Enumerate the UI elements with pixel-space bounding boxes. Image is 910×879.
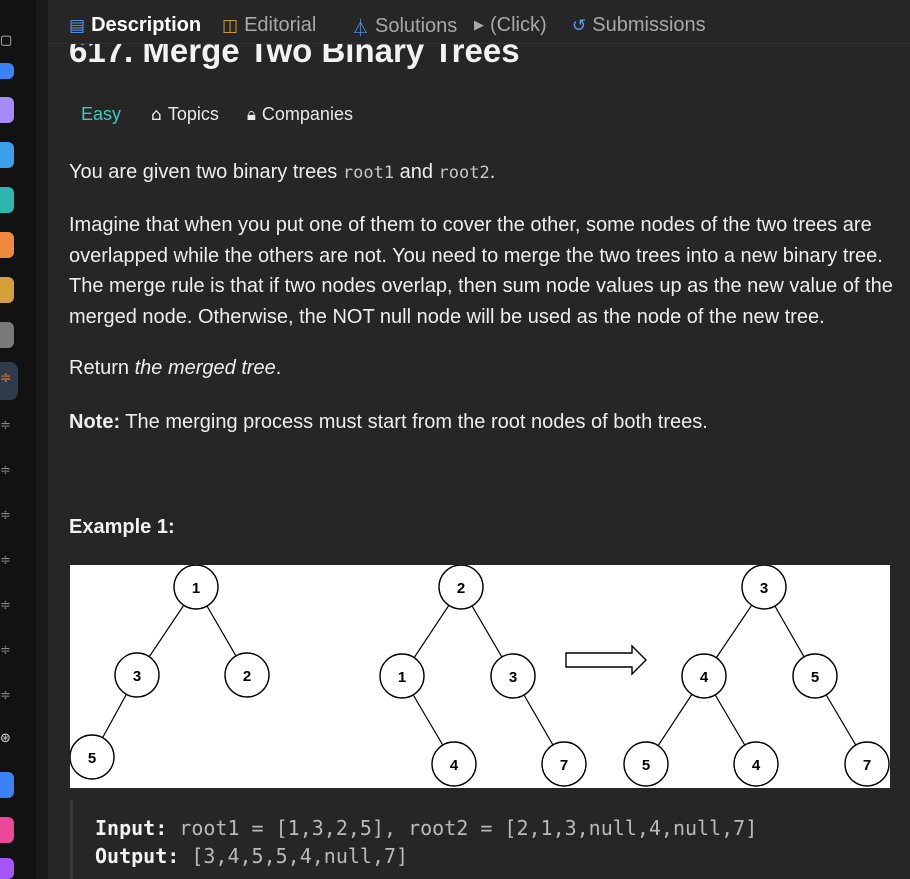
input-label: Input:: [95, 816, 168, 840]
node-label: 4: [752, 757, 761, 774]
problem-return: Return the merged tree.: [69, 353, 899, 384]
node-label: 5: [811, 669, 819, 686]
example-title: Example 1:: [69, 516, 175, 538]
app-icon[interactable]: [0, 63, 14, 79]
text: .: [489, 161, 496, 183]
tab-label: Submissions: [592, 14, 706, 36]
tab-icon[interactable]: ≑: [0, 597, 11, 615]
node-label: 7: [863, 757, 871, 774]
tab-icon[interactable]: ≑: [0, 642, 11, 660]
text: You are given two binary trees: [69, 161, 343, 183]
note-label: Note:: [69, 411, 121, 433]
companies-label: Companies: [261, 104, 353, 124]
app-icon[interactable]: [0, 322, 14, 348]
text: and: [394, 161, 439, 183]
topics-label: Topics: [167, 104, 219, 124]
output-label: Output:: [95, 844, 180, 868]
node-label: 1: [192, 580, 200, 597]
tab-icon[interactable]: ≑: [0, 507, 11, 525]
problem-description: Imagine that when you put one of them to…: [69, 214, 893, 328]
description-icon: ▤: [69, 15, 86, 36]
tag-icon: ⌂: [151, 104, 162, 125]
node-label: 3: [509, 669, 517, 686]
example-io: Input: root1 = [1,3,2,5], root2 = [2,1,3…: [70, 800, 890, 879]
inline-code: root2: [438, 163, 490, 183]
problem-tags: Easy ⌂ Topics 🔒︎ Companies: [69, 104, 381, 125]
play-icon: ▶: [474, 18, 484, 33]
node-label: 2: [457, 580, 465, 597]
output-value: [3,4,5,5,4,null,7]: [179, 844, 409, 868]
lock-icon: 🔒︎: [246, 104, 256, 125]
problem-note: Note: The merging process must start fro…: [69, 407, 899, 438]
tab-editorial[interactable]: ◫ Editorial: [222, 14, 316, 37]
note-text: The merging process must start from the …: [120, 411, 708, 433]
app-icon[interactable]: [0, 187, 14, 213]
problem-intro: You are given two binary trees root1 and…: [69, 157, 899, 189]
inline-code: root1: [342, 163, 395, 183]
tab-description[interactable]: ▤ Description: [69, 14, 201, 37]
flask-icon: ⏃: [352, 19, 369, 39]
node-label: 1: [398, 669, 406, 686]
tree-nodes: [69, 564, 890, 787]
text: Return: [69, 357, 135, 379]
merge-trees-diagram: 1 3 2 5 2 1 3 4 7 3 4 5 5 4 7: [69, 564, 890, 787]
tab-label: Description: [91, 14, 202, 36]
tab-icon[interactable]: ≑: [0, 687, 11, 705]
leetcode-icon: ≑: [0, 370, 12, 386]
example-output: Output: [3,4,5,5,4,null,7]: [95, 842, 890, 870]
tab-click[interactable]: ▶ (Click): [474, 14, 547, 37]
text: .: [275, 357, 282, 379]
node-label: 2: [243, 668, 251, 685]
tab-label: (Click): [490, 14, 547, 36]
tab-solutions[interactable]: ⏃ Solutions: [352, 14, 457, 39]
example-figure: 1 3 2 5 2 1 3 4 7 3 4 5 5 4 7: [69, 564, 890, 788]
tab-label: Editorial: [244, 14, 317, 36]
node-label: 5: [88, 750, 96, 767]
app-icon[interactable]: [0, 817, 14, 843]
app-icon[interactable]: [0, 97, 14, 123]
tab-submissions[interactable]: ↺ Submissions: [572, 14, 706, 37]
openai-icon[interactable]: ⊛: [0, 730, 11, 748]
node-label: 4: [700, 669, 709, 686]
node-label: 7: [560, 757, 568, 774]
input-value: root1 = [1,3,2,5], root2 = [2,1,3,null,4…: [167, 816, 758, 840]
tab-icon[interactable]: ≑: [0, 552, 11, 570]
tab-icon[interactable]: ≑: [0, 462, 11, 480]
difficulty-badge: Easy: [81, 104, 122, 124]
node-label: 3: [133, 668, 141, 685]
app-icon[interactable]: [0, 142, 14, 168]
companies-button[interactable]: 🔒︎ Companies: [247, 104, 353, 125]
tab-icon[interactable]: ≑: [0, 417, 11, 435]
topics-button[interactable]: ⌂ Topics: [151, 104, 219, 125]
history-icon: ↺: [572, 15, 587, 36]
window-icon[interactable]: ▢: [0, 32, 12, 50]
app-icon[interactable]: [0, 277, 14, 303]
book-icon: ◫: [222, 15, 239, 36]
app-icon[interactable]: [0, 232, 14, 258]
node-label: 3: [760, 580, 768, 597]
app-sidebar: ≑ ≑ ≑ ≑ ≑ ≑ ≑ ≑ ⊛ ▢: [0, 0, 36, 879]
emphasis: the merged tree: [134, 357, 276, 379]
tab-label: Solutions: [375, 15, 458, 37]
node-label: 5: [642, 757, 650, 774]
panel-gutter: [36, 0, 48, 879]
app-icon[interactable]: [0, 772, 14, 798]
app-icon[interactable]: [0, 858, 14, 879]
node-label: 4: [450, 757, 459, 774]
example-input: Input: root1 = [1,3,2,5], root2 = [2,1,3…: [95, 814, 890, 842]
